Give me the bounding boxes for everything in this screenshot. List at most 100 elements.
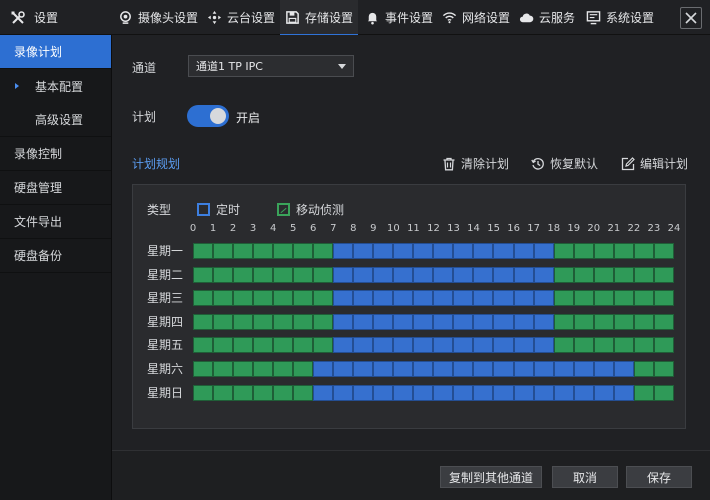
motion-hour-cell[interactable] <box>634 337 654 353</box>
timed-hour-cell[interactable] <box>393 361 413 377</box>
timed-hour-cell[interactable] <box>473 361 493 377</box>
timed-hour-cell[interactable] <box>433 385 453 401</box>
timed-hour-cell[interactable] <box>433 267 453 283</box>
motion-hour-cell[interactable] <box>213 337 233 353</box>
timed-hour-cell[interactable] <box>493 337 513 353</box>
motion-hour-cell[interactable] <box>273 314 293 330</box>
timed-hour-cell[interactable] <box>313 385 333 401</box>
motion-hour-cell[interactable] <box>273 243 293 259</box>
motion-hour-cell[interactable] <box>614 314 634 330</box>
cancel-button[interactable]: 取消 <box>552 466 618 488</box>
legend-timed[interactable]: 定时 <box>197 201 240 218</box>
timed-hour-cell[interactable] <box>373 243 393 259</box>
timed-hour-cell[interactable] <box>313 361 333 377</box>
motion-hour-cell[interactable] <box>654 290 674 306</box>
timed-hour-cell[interactable] <box>413 314 433 330</box>
motion-hour-cell[interactable] <box>233 337 253 353</box>
timed-hour-cell[interactable] <box>534 290 554 306</box>
timed-hour-cell[interactable] <box>574 385 594 401</box>
motion-hour-cell[interactable] <box>594 337 614 353</box>
timed-hour-cell[interactable] <box>433 314 453 330</box>
timed-hour-cell[interactable] <box>514 290 534 306</box>
motion-hour-cell[interactable] <box>574 314 594 330</box>
motion-hour-cell[interactable] <box>313 290 333 306</box>
timed-hour-cell[interactable] <box>594 385 614 401</box>
timed-hour-cell[interactable] <box>453 290 473 306</box>
timed-hour-cell[interactable] <box>413 290 433 306</box>
timed-hour-cell[interactable] <box>353 361 373 377</box>
timed-hour-cell[interactable] <box>353 314 373 330</box>
timed-hour-cell[interactable] <box>534 385 554 401</box>
timed-hour-cell[interactable] <box>373 267 393 283</box>
motion-hour-cell[interactable] <box>634 267 654 283</box>
motion-hour-cell[interactable] <box>313 337 333 353</box>
motion-hour-cell[interactable] <box>574 337 594 353</box>
motion-hour-cell[interactable] <box>614 267 634 283</box>
tab-event-settings[interactable]: 事件设置 <box>365 0 433 35</box>
motion-hour-cell[interactable] <box>253 267 273 283</box>
motion-hour-cell[interactable] <box>614 290 634 306</box>
timed-hour-cell[interactable] <box>453 314 473 330</box>
motion-hour-cell[interactable] <box>293 243 313 259</box>
timed-hour-cell[interactable] <box>333 243 353 259</box>
motion-hour-cell[interactable] <box>273 267 293 283</box>
legend-motion[interactable]: 移动侦测 <box>277 201 344 218</box>
motion-hour-cell[interactable] <box>293 337 313 353</box>
timed-hour-cell[interactable] <box>534 314 554 330</box>
sidebar-item-disk-management[interactable]: 硬盘管理 <box>0 171 111 205</box>
timed-hour-cell[interactable] <box>614 361 634 377</box>
motion-hour-cell[interactable] <box>253 361 273 377</box>
timed-hour-cell[interactable] <box>473 290 493 306</box>
motion-hour-cell[interactable] <box>193 337 213 353</box>
timed-hour-cell[interactable] <box>534 337 554 353</box>
motion-hour-cell[interactable] <box>193 314 213 330</box>
timed-hour-cell[interactable] <box>534 267 554 283</box>
motion-hour-cell[interactable] <box>253 314 273 330</box>
timed-hour-cell[interactable] <box>373 361 393 377</box>
timed-hour-cell[interactable] <box>554 385 574 401</box>
timed-hour-cell[interactable] <box>393 267 413 283</box>
tab-cloud-service[interactable]: 云服务 <box>519 0 575 35</box>
timed-hour-cell[interactable] <box>493 314 513 330</box>
timed-hour-cell[interactable] <box>514 314 534 330</box>
timed-hour-cell[interactable] <box>534 243 554 259</box>
sidebar-item-basic-config[interactable]: 基本配置 <box>0 69 111 103</box>
timed-hour-cell[interactable] <box>373 385 393 401</box>
timed-hour-cell[interactable] <box>353 337 373 353</box>
motion-hour-cell[interactable] <box>634 314 654 330</box>
timed-hour-cell[interactable] <box>453 385 473 401</box>
timed-hour-cell[interactable] <box>493 290 513 306</box>
motion-hour-cell[interactable] <box>213 385 233 401</box>
motion-hour-cell[interactable] <box>253 243 273 259</box>
motion-hour-cell[interactable] <box>313 243 333 259</box>
motion-hour-cell[interactable] <box>313 314 333 330</box>
timed-hour-cell[interactable] <box>433 337 453 353</box>
tab-ptz-settings[interactable]: 云台设置 <box>207 0 275 35</box>
timed-hour-cell[interactable] <box>433 243 453 259</box>
motion-hour-cell[interactable] <box>293 361 313 377</box>
timed-hour-cell[interactable] <box>413 361 433 377</box>
motion-hour-cell[interactable] <box>634 385 654 401</box>
plan-toggle[interactable] <box>187 105 229 127</box>
motion-hour-cell[interactable] <box>554 290 574 306</box>
timed-hour-cell[interactable] <box>453 243 473 259</box>
motion-hour-cell[interactable] <box>554 267 574 283</box>
motion-hour-cell[interactable] <box>654 361 674 377</box>
motion-hour-cell[interactable] <box>213 314 233 330</box>
timed-hour-cell[interactable] <box>393 290 413 306</box>
motion-hour-cell[interactable] <box>213 290 233 306</box>
timed-hour-cell[interactable] <box>514 267 534 283</box>
motion-hour-cell[interactable] <box>253 337 273 353</box>
clear-plan-button[interactable]: 清除计划 <box>442 155 509 172</box>
motion-hour-cell[interactable] <box>233 314 253 330</box>
timed-hour-cell[interactable] <box>614 385 634 401</box>
sidebar-item-disk-backup[interactable]: 硬盘备份 <box>0 239 111 273</box>
timed-hour-cell[interactable] <box>333 361 353 377</box>
timed-hour-cell[interactable] <box>413 337 433 353</box>
timed-hour-cell[interactable] <box>473 337 493 353</box>
timed-hour-cell[interactable] <box>534 361 554 377</box>
motion-hour-cell[interactable] <box>273 385 293 401</box>
copy-to-channels-button[interactable]: 复制到其他通道 <box>440 466 542 488</box>
timed-hour-cell[interactable] <box>514 243 534 259</box>
timed-hour-cell[interactable] <box>514 337 534 353</box>
